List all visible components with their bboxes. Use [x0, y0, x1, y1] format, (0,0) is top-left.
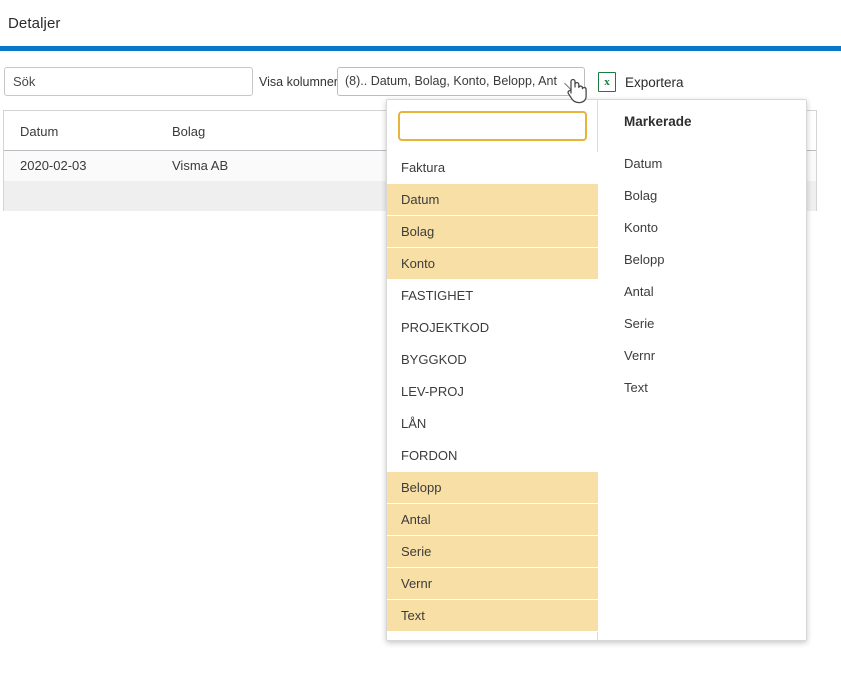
- column-option[interactable]: Vernr: [387, 568, 598, 600]
- columns-select-value: (8).. Datum, Bolag, Konto, Belopp, Ant..…: [345, 74, 558, 88]
- selected-column-item[interactable]: Belopp: [598, 244, 806, 276]
- selected-column-item[interactable]: Antal: [598, 276, 806, 308]
- page-title: Detaljer: [8, 15, 61, 32]
- columns-filter-input[interactable]: [398, 111, 587, 141]
- columns-select[interactable]: (8).. Datum, Bolag, Konto, Belopp, Ant..…: [337, 67, 585, 96]
- cell-bolag: Visma AB: [172, 158, 229, 173]
- selected-columns-list: Datum Bolag Konto Belopp Antal Serie Vernr Text: [598, 148, 806, 404]
- column-header-datum[interactable]: Datum: [20, 124, 58, 139]
- selected-column-item[interactable]: Datum: [598, 148, 806, 180]
- columns-label: Visa kolumner: [259, 75, 338, 89]
- column-option[interactable]: LÅN: [387, 408, 598, 440]
- column-option[interactable]: Faktura: [387, 152, 598, 184]
- column-option[interactable]: Antal: [387, 504, 598, 536]
- chevron-down-icon: [566, 79, 577, 86]
- column-header-bolag[interactable]: Bolag: [172, 124, 205, 139]
- column-option[interactable]: Serie: [387, 536, 598, 568]
- columns-option-pane: Faktura Datum Bolag Konto FASTIGHET PROJEKTKO…: [387, 100, 598, 640]
- column-option[interactable]: BYGGKOD: [387, 344, 598, 376]
- column-option[interactable]: Belopp: [387, 472, 598, 504]
- column-option[interactable]: Bolag: [387, 216, 598, 248]
- selected-columns-pane: Markerade Datum Bolag Konto Belopp Antal Seri…: [598, 100, 806, 640]
- selected-column-item[interactable]: Vernr: [598, 340, 806, 372]
- columns-dropdown-panel: Faktura Datum Bolag Konto FASTIGHET PROJEKTKO…: [386, 99, 807, 641]
- columns-option-list: Faktura Datum Bolag Konto FASTIGHET PROJEKTKO…: [387, 152, 598, 632]
- export-button-label: Exportera: [625, 74, 684, 90]
- app-root: Detaljer Visa kolumner (8).. Datum, Bola…: [0, 0, 841, 675]
- export-button[interactable]: x Exportera: [598, 69, 684, 95]
- cell-datum: 2020-02-03: [20, 158, 87, 173]
- toolbar: Visa kolumner (8).. Datum, Bolag, Konto,…: [0, 60, 841, 104]
- search-input[interactable]: [4, 67, 253, 96]
- selected-column-item[interactable]: Text: [598, 372, 806, 404]
- excel-x-icon: x: [598, 72, 616, 92]
- column-option[interactable]: PROJEKTKOD: [387, 312, 598, 344]
- selected-column-item[interactable]: Serie: [598, 308, 806, 340]
- column-option[interactable]: FORDON: [387, 440, 598, 472]
- accent-divider: [0, 46, 841, 51]
- selected-column-item[interactable]: Bolag: [598, 180, 806, 212]
- column-option[interactable]: FASTIGHET: [387, 280, 598, 312]
- column-option[interactable]: LEV-PROJ: [387, 376, 598, 408]
- column-option[interactable]: Datum: [387, 184, 598, 216]
- selected-columns-title: Markerade: [624, 114, 692, 129]
- column-option[interactable]: Text: [387, 600, 598, 632]
- column-option[interactable]: Konto: [387, 248, 598, 280]
- selected-column-item[interactable]: Konto: [598, 212, 806, 244]
